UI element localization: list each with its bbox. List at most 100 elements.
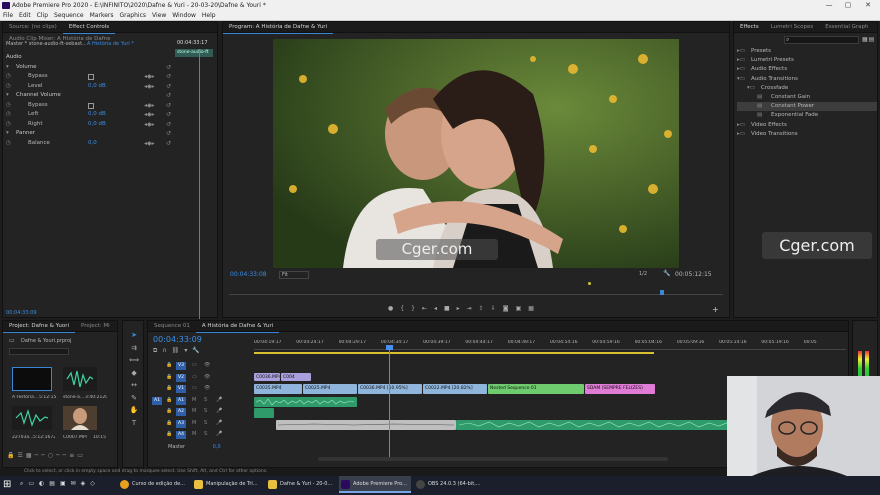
track-select-tool-icon[interactable]: ⇉ (129, 342, 139, 355)
slip-tool-icon[interactable]: ↔ (129, 379, 139, 392)
thumb-sequence[interactable] (12, 367, 52, 391)
go-to-out-icon[interactable]: ⇥ (467, 305, 479, 312)
source-patch[interactable] (152, 362, 162, 370)
track-name[interactable]: V1 (176, 385, 186, 393)
reset-icon[interactable]: ↺ (166, 101, 171, 111)
track-lock-icon[interactable]: 🔒 (166, 362, 172, 368)
keyframe-nav-icon[interactable]: ◂◆▸ (144, 110, 155, 120)
menu-view[interactable]: View (152, 11, 166, 21)
effects-tree-item[interactable]: ▾▭ Crossfade (737, 84, 877, 93)
fit-dropdown[interactable]: Fit (279, 271, 309, 279)
tab-lumetri-scopes[interactable]: Lumetri Scopes (765, 22, 820, 32)
extract-icon[interactable]: ⇩ (491, 305, 503, 312)
menu-file[interactable]: File (3, 11, 13, 21)
effects-tree-item[interactable]: ▸▭ Audio Effects (737, 65, 877, 74)
thumb-video[interactable] (63, 406, 97, 430)
timeline-playhead[interactable] (389, 347, 390, 457)
master-track-value[interactable]: 0,0 (213, 444, 221, 450)
reset-icon[interactable]: ↺ (166, 139, 171, 149)
menu-markers[interactable]: Markers (90, 11, 114, 21)
maximize-icon[interactable]: ▢ (843, 1, 853, 10)
solo-button[interactable]: S (204, 420, 207, 426)
sync-lock-icon[interactable]: ▭ (192, 385, 197, 391)
track-lock-icon[interactable]: 🔒 (166, 374, 172, 380)
effects-tree-item[interactable]: ▤ Exponential Fade (737, 111, 877, 120)
track-name[interactable]: V2 (176, 373, 186, 382)
taskbar-chrome[interactable]: Curso de edição de... (118, 476, 196, 493)
param-value[interactable]: 0,0 (88, 139, 97, 149)
tab-historia[interactable]: A História de Dafne & Yuri (195, 321, 280, 333)
track-name[interactable]: A3 (176, 419, 186, 428)
mark-in-icon[interactable]: { (400, 305, 411, 312)
linked-icon[interactable]: ⛓ (172, 347, 185, 354)
snap-icon[interactable]: ∩ (162, 347, 171, 354)
effects-tree-item[interactable]: ▾▭ Audio Transitions (737, 75, 877, 84)
step-forward-icon[interactable]: ▸ (457, 305, 467, 312)
mic-icon[interactable]: 🎤 (216, 420, 222, 426)
add-button-icon[interactable]: + (712, 305, 719, 314)
source-patch[interactable] (152, 374, 162, 382)
mute-button[interactable]: M (192, 397, 196, 403)
pen-tool-icon[interactable]: ✎ (129, 392, 139, 405)
mail-icon[interactable]: ✉ (71, 480, 81, 487)
tab-program[interactable]: Program: A História de Dafne & Yuri (223, 22, 334, 34)
sync-lock-icon[interactable]: ▭ (192, 374, 197, 380)
go-to-in-icon[interactable]: ⇤ (422, 305, 434, 312)
mute-button[interactable]: M (192, 431, 196, 437)
razor-tool-icon[interactable]: ◆ (129, 367, 139, 380)
program-scrubber[interactable] (229, 294, 723, 295)
reset-icon[interactable]: ↺ (166, 129, 171, 139)
reset-icon[interactable]: ↺ (166, 63, 171, 73)
solo-button[interactable]: S (204, 408, 207, 414)
clip-v2-1[interactable]: C004 (281, 373, 311, 381)
timeline-scrollbar[interactable] (318, 457, 668, 461)
source-patch[interactable] (152, 420, 162, 428)
reset-icon[interactable]: ↺ (166, 72, 171, 82)
menu-sequence[interactable]: Sequence (54, 11, 84, 21)
expand-arrow-icon[interactable]: ▾ (6, 91, 14, 101)
add-marker-icon[interactable]: ● (388, 305, 400, 312)
stopwatch-icon[interactable]: ◷ (6, 72, 14, 82)
keyframe-nav-icon[interactable]: ◂◆▸ (144, 139, 155, 149)
menu-window[interactable]: Window (172, 11, 196, 21)
keyframe-nav-icon[interactable]: ◂◆▸ (144, 72, 155, 82)
effects-tree-item[interactable]: ▤ Constant Gain (737, 93, 877, 102)
app-icon[interactable]: ◇ (90, 480, 100, 487)
effects-tree-item[interactable]: ▸▭ Presets (737, 47, 877, 56)
keyframe-nav-icon[interactable]: ◂◆▸ (144, 120, 155, 130)
eye-icon[interactable]: 👁 (204, 374, 210, 380)
tab-project-mi[interactable]: Project: Mi (75, 321, 116, 332)
menu-clip[interactable]: Clip (37, 11, 48, 21)
bypass-checkbox[interactable] (88, 74, 94, 80)
tab-essential-graphics[interactable]: Essential Graph (819, 22, 874, 32)
sync-lock-icon[interactable]: ▭ (192, 362, 197, 368)
menu-graphics[interactable]: Graphics (120, 11, 147, 21)
store-icon[interactable]: ▣ (60, 480, 71, 487)
track-lock-icon[interactable]: 🔒 (166, 431, 172, 437)
selection-tool-icon[interactable]: ➤ (129, 329, 139, 342)
zoom-select[interactable]: 1/2 (639, 271, 647, 277)
eye-icon[interactable]: 👁 (204, 385, 210, 391)
expand-arrow-icon[interactable]: ▾ (6, 129, 14, 139)
taskbar-folder-1[interactable]: Manipulação de Tri... (192, 476, 262, 493)
edge-icon[interactable]: ◐ (39, 480, 49, 487)
hand-tool-icon[interactable]: ✋ (129, 404, 139, 417)
tab-effect-controls[interactable]: Effect Controls (62, 22, 116, 34)
effects-tree-item[interactable]: ▸▭ Lumetri Presets (737, 56, 877, 65)
master-clip-label[interactable]: Master * stone-audio-ft-sebast... (6, 41, 86, 47)
param-value[interactable]: 0,0 dB (88, 82, 106, 92)
camera-icon[interactable]: ◙ (503, 305, 516, 312)
zoom-slider[interactable]: ──○── (35, 452, 70, 459)
vr-icon[interactable]: ▦ (528, 305, 541, 312)
source-patch[interactable]: A1 (152, 396, 162, 405)
solo-button[interactable]: S (204, 397, 207, 403)
work-area-bar[interactable] (254, 352, 654, 354)
icon-view-icon[interactable]: ▦ (26, 452, 35, 459)
effects-search-input[interactable] (784, 36, 859, 44)
mute-button[interactable]: M (192, 408, 196, 414)
multicam-icon[interactable]: ▣ (516, 305, 529, 312)
playhead-handle[interactable] (386, 345, 393, 350)
settings-icon[interactable]: 🔧 (192, 347, 204, 354)
expand-arrow-icon[interactable]: ▾ (6, 63, 14, 73)
eye-icon[interactable]: 👁 (204, 362, 210, 368)
